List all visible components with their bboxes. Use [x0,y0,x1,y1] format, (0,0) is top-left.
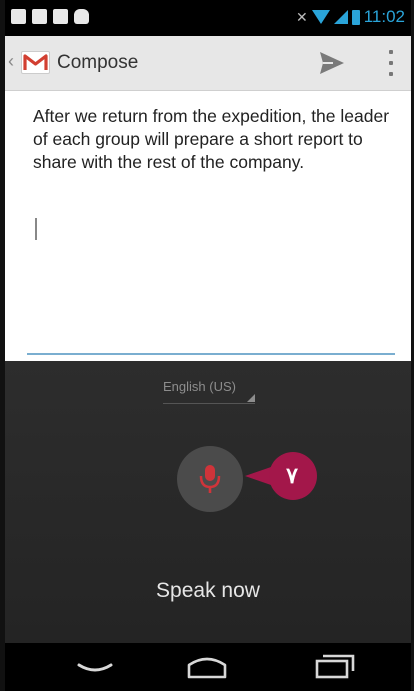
back-icon [77,663,113,672]
compose-area[interactable]: After we return from the expedition, the… [5,91,411,361]
battery-icon [351,9,360,25]
dropdown-corner-icon [247,394,255,402]
home-button[interactable] [183,653,231,681]
clock: 11:02 [363,7,405,26]
input-underline [27,353,395,355]
phone-screen: ✕ 11:02 ‹ Compose After we return from t… [5,0,411,691]
notification-icon [11,9,26,24]
system-icons: ✕ 11:02 [296,7,405,27]
microphone-button[interactable] [177,446,243,512]
compose-body-text[interactable]: After we return from the expedition, the… [33,105,393,174]
overflow-menu-button[interactable] [387,50,395,76]
notification-icon [53,9,68,24]
action-bar: ‹ Compose [5,36,411,91]
up-navigation-icon[interactable]: ‹ [8,51,14,72]
recent-apps-button[interactable] [309,653,357,681]
home-icon [187,657,227,679]
vibrate-icon: ✕ [295,8,308,25]
navigation-bar [5,643,411,691]
android-icon [74,9,89,24]
overflow-dot [389,50,393,54]
status-bar: ✕ 11:02 [5,0,411,36]
notification-icon [32,9,47,24]
notification-icons [11,9,89,24]
recent-apps-icon [315,654,355,679]
back-button[interactable] [71,653,119,681]
gmail-icon[interactable] [21,51,50,74]
language-label: English (US) [163,379,236,394]
text-cursor [35,218,37,240]
language-selector[interactable]: English (US) [163,379,255,404]
overflow-dot [389,61,393,65]
send-button[interactable] [317,48,347,78]
wifi-icon [311,10,330,24]
send-icon [320,52,344,74]
speak-now-prompt: Speak now [156,579,260,602]
page-title: Compose [57,52,139,73]
microphone-icon [199,465,221,493]
overflow-dot [389,72,393,76]
signal-icon [333,10,348,24]
voice-input-panel: English (US) ۷ Speak now [5,361,411,643]
callout-number: ۷ [286,463,298,488]
